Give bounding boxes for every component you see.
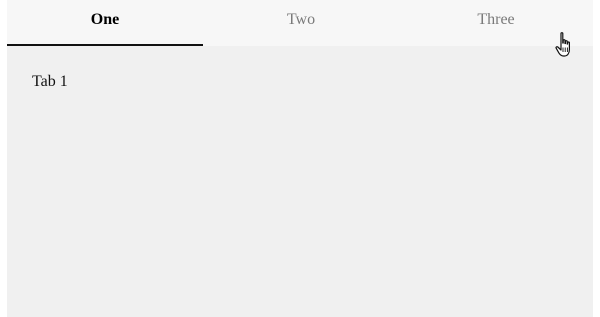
tabs-widget: One Two Three Tab 1 — [7, 0, 593, 317]
tab-two-label: Two — [286, 11, 316, 28]
tab-panel: Tab 1 — [7, 46, 593, 317]
tab-three-label: Three — [477, 11, 515, 28]
tab-one[interactable]: One — [7, 0, 203, 46]
tab-panel-content: Tab 1 — [32, 73, 68, 90]
tab-two[interactable]: Two — [203, 0, 399, 46]
hand-pointer-cursor-icon — [555, 32, 570, 57]
tab-one-label: One — [90, 11, 120, 28]
tab-bar: One Two Three — [7, 0, 593, 46]
